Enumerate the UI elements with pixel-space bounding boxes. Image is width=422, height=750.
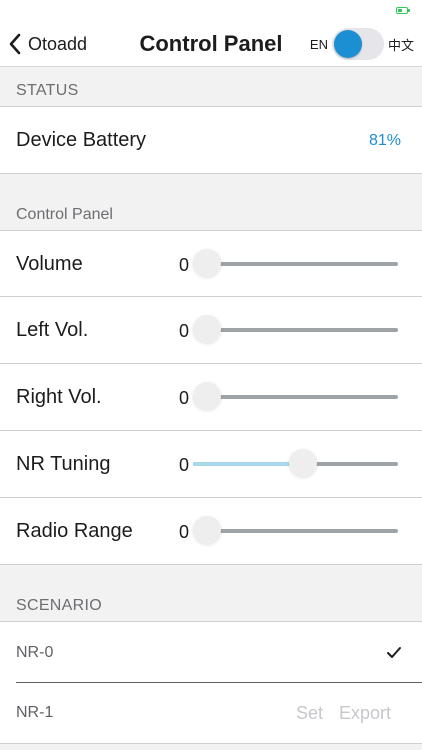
slider-value-volume: 0 <box>179 255 190 275</box>
slider-row-left-vol: Left Vol. 0 <box>0 297 422 364</box>
slider-value-right-vol: 0 <box>179 388 190 408</box>
slider-value-nr-tuning: 0 <box>179 455 190 475</box>
volume-slider[interactable] <box>193 249 398 279</box>
right-vol-slider[interactable] <box>193 382 398 412</box>
chevron-left-icon <box>9 33 21 55</box>
slider-row-nr-tuning: NR Tuning 0 <box>0 431 422 498</box>
toggle-knob <box>333 30 362 58</box>
slider-label-right-vol: Right Vol. <box>16 386 102 408</box>
scenario-section-title: SCENARIO <box>16 597 102 614</box>
slider-track <box>193 395 398 399</box>
slider-thumb[interactable] <box>193 315 221 343</box>
nr-tuning-slider[interactable] <box>193 449 398 479</box>
slider-track <box>193 529 398 533</box>
slider-track <box>193 262 398 266</box>
left-vol-slider[interactable] <box>193 315 398 345</box>
scenario-item-nr-1[interactable]: NR-1 Set Export <box>0 683 422 744</box>
back-button[interactable]: Otoadd <box>8 30 87 58</box>
slider-thumb[interactable] <box>193 249 221 277</box>
language-switch: EN 中文 <box>310 28 414 60</box>
language-toggle[interactable] <box>331 28 384 60</box>
slider-thumb[interactable] <box>193 382 221 410</box>
navigation-bar: Otoadd Control Panel EN 中文 <box>0 22 422 67</box>
device-battery-row: Device Battery 81% <box>0 106 422 174</box>
radio-range-slider[interactable] <box>193 516 398 546</box>
slider-row-right-vol: Right Vol. 0 <box>0 364 422 431</box>
status-bar <box>0 0 422 22</box>
slider-track-fill <box>193 462 303 466</box>
slider-value-left-vol: 0 <box>179 321 190 341</box>
slider-thumb[interactable] <box>193 516 221 544</box>
status-section-header: STATUS <box>0 67 422 106</box>
set-button[interactable]: Set <box>296 703 323 724</box>
slider-label-nr-tuning: NR Tuning <box>16 453 111 475</box>
control-section-header: Control Panel <box>0 174 422 230</box>
slider-track <box>193 328 398 332</box>
slider-thumb[interactable] <box>288 449 317 477</box>
scenario-label: NR-0 <box>16 644 54 661</box>
status-section-title: STATUS <box>16 82 79 99</box>
slider-label-radio-range: Radio Range <box>16 520 133 542</box>
device-battery-value: 81% <box>368 132 401 149</box>
scenario-section-header: SCENARIO <box>0 565 422 621</box>
slider-label-volume: Volume <box>16 253 83 275</box>
slider-value-radio-range: 0 <box>179 522 190 542</box>
checkmark-icon <box>387 647 401 658</box>
device-battery-label: Device Battery <box>16 129 147 151</box>
back-button-label: Otoadd <box>28 33 88 54</box>
slider-row-radio-range: Radio Range 0 <box>0 498 422 565</box>
battery-status-icon <box>396 7 410 14</box>
slider-row-volume: Volume 0 <box>0 230 422 297</box>
lang-en-label: EN <box>309 36 328 52</box>
scenario-label: NR-1 <box>16 704 54 721</box>
scenario-item-nr-0[interactable]: NR-0 <box>0 621 422 683</box>
control-section-title: Control Panel <box>16 206 113 223</box>
slider-label-left-vol: Left Vol. <box>16 319 89 341</box>
export-button[interactable]: Export <box>339 703 391 724</box>
lang-zh-label: 中文 <box>387 37 414 53</box>
